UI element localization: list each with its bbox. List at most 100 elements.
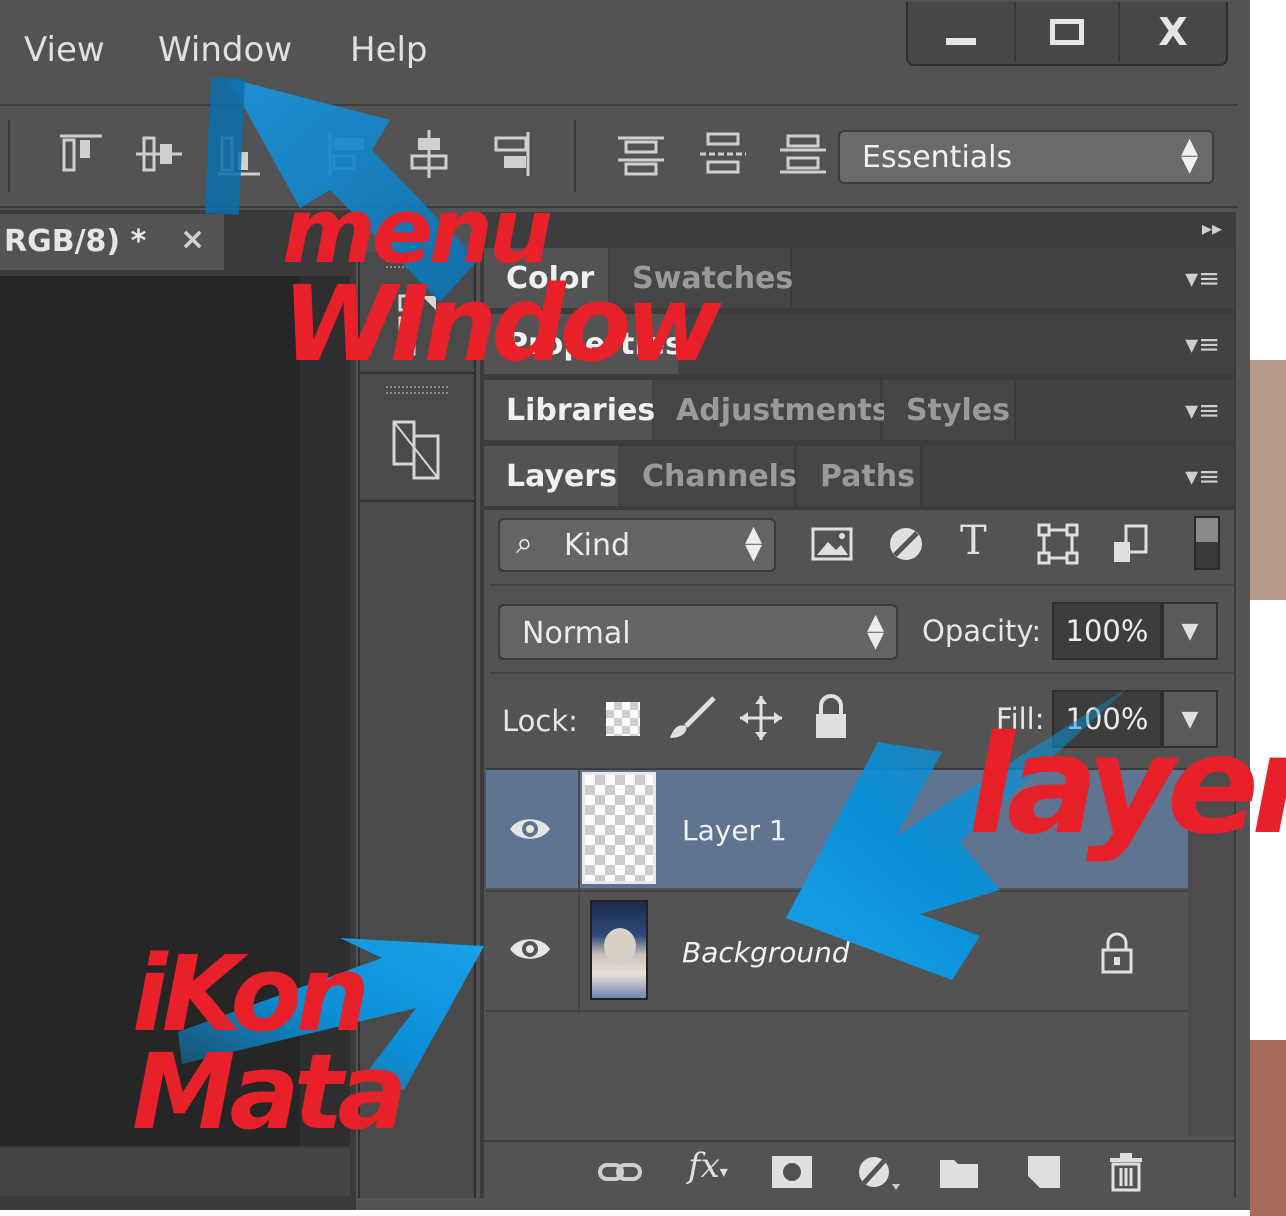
maximize-icon (1050, 19, 1084, 45)
background-photo-edge (1250, 360, 1286, 600)
panel-divider (490, 584, 1234, 586)
fx-icon[interactable]: fx▾ (688, 1146, 728, 1186)
close-button[interactable]: X (1120, 2, 1226, 62)
eye-icon[interactable] (508, 934, 552, 964)
color-panel-group: Color Swatches ▾≡ (484, 248, 1234, 308)
panel-menu-icon[interactable]: ▾≡ (1185, 264, 1220, 294)
maximize-button[interactable] (1014, 2, 1120, 62)
adjustment-filter-icon[interactable] (884, 522, 928, 566)
tab-close-icon[interactable]: × (180, 222, 205, 257)
tab-swatches[interactable]: Swatches (610, 248, 793, 308)
menu-help[interactable]: Help (350, 30, 428, 70)
tab-color[interactable]: Color (484, 248, 608, 308)
menu-view[interactable]: View (24, 30, 105, 70)
minimize-icon (946, 37, 976, 45)
blend-mode-select[interactable]: Normal ▲ ▼ (498, 604, 898, 660)
distribute-center-icon[interactable] (698, 128, 748, 180)
new-group-icon[interactable] (938, 1152, 982, 1192)
libraries-panel-group: Libraries Adjustments Styles ▾≡ (484, 380, 1234, 440)
align-right-icon[interactable] (484, 128, 534, 180)
layers-scrollbar[interactable] (1188, 770, 1234, 1136)
window-controls: X (906, 2, 1228, 66)
toolbar-divider (574, 120, 576, 192)
opacity-input[interactable]: 100% (1052, 602, 1162, 660)
lock-all-icon[interactable] (812, 694, 850, 740)
panel-menu-icon[interactable]: ▾≡ (1185, 396, 1220, 426)
select-arrows-icon: ▲ ▼ (1181, 134, 1198, 177)
distribute-bottom-icon[interactable] (778, 128, 828, 180)
panel-collapse-bar[interactable]: ▸▸ (480, 212, 1236, 248)
dock-grip[interactable] (386, 260, 448, 268)
document-tab-title: RGB/8) * (4, 224, 147, 259)
horizontal-scrollbar[interactable] (0, 1148, 350, 1196)
align-left-icon[interactable] (324, 128, 374, 180)
add-mask-icon[interactable] (770, 1152, 814, 1192)
select-arrows-icon: ▲ ▼ (745, 522, 762, 565)
align-top-icon[interactable] (56, 128, 106, 180)
tab-adjustments[interactable]: Adjustments (654, 380, 890, 440)
tab-properties[interactable]: Properties (484, 314, 683, 374)
layers-panel-group: Layers Channels Paths ▾≡ (484, 446, 1234, 506)
document-tab[interactable]: RGB/8) * × (0, 214, 224, 270)
layers-column-divider (578, 770, 580, 1014)
new-adjustment-layer-icon[interactable] (856, 1152, 900, 1192)
type-filter-icon[interactable]: T (960, 518, 987, 564)
layer-filter-value: Kind (564, 528, 631, 563)
layer-name[interactable]: Background (682, 936, 850, 969)
image-filter-icon[interactable] (810, 522, 854, 566)
minimize-button[interactable] (908, 2, 1014, 62)
tab-paths[interactable]: Paths (798, 446, 922, 506)
align-horizontal-center-icon[interactable] (404, 128, 454, 180)
trash-icon[interactable] (1104, 1152, 1148, 1192)
menu-window[interactable]: Window (158, 30, 292, 70)
history-panel-icon[interactable] (378, 292, 458, 362)
3d-panel-icon[interactable] (378, 414, 458, 484)
link-layers-icon[interactable] (598, 1152, 642, 1192)
new-layer-icon[interactable] (1022, 1152, 1066, 1192)
blend-mode-value: Normal (522, 616, 631, 651)
panel-menu-icon[interactable]: ▾≡ (1185, 330, 1220, 360)
filter-toggle-switch[interactable] (1194, 516, 1220, 570)
fill-input[interactable]: 100% (1052, 690, 1162, 748)
dock-grip[interactable] (386, 386, 448, 394)
align-vertical-center-icon[interactable] (134, 128, 184, 180)
lock-image-pixels-icon[interactable] (666, 696, 718, 742)
tab-layers[interactable]: Layers (484, 446, 618, 506)
document-canvas[interactable] (0, 276, 300, 1146)
opacity-dropdown[interactable]: ▼ (1162, 602, 1218, 660)
chevron-down-icon: ▼ (1181, 706, 1199, 732)
search-icon: ⌕ (516, 526, 533, 561)
background-strip (1250, 0, 1286, 1216)
properties-panel-group: Properties ▾≡ (484, 314, 1234, 374)
workspace-select-value: Essentials (862, 140, 1013, 175)
panel-divider (490, 672, 1234, 674)
dock-divider (360, 500, 474, 502)
eye-icon[interactable] (508, 814, 552, 844)
distribute-top-icon[interactable] (616, 128, 666, 180)
layer-name[interactable]: Layer 1 (682, 814, 787, 847)
background-photo-edge (1250, 1040, 1286, 1216)
smart-object-filter-icon[interactable] (1110, 522, 1154, 566)
layer-thumbnail (582, 772, 656, 884)
shape-filter-icon[interactable] (1036, 522, 1080, 566)
dock-divider (360, 372, 474, 374)
layer-filter-select[interactable]: ⌕ Kind ▲ ▼ (498, 518, 776, 572)
lock-transparent-pixels-icon[interactable] (606, 702, 640, 736)
fill-dropdown[interactable]: ▼ (1162, 690, 1218, 748)
layer-lock-icon (1101, 932, 1133, 974)
toolbar-divider (8, 120, 10, 192)
canvas-pasteboard (300, 276, 350, 1146)
layer-thumbnail (590, 900, 648, 1000)
workspace-select[interactable]: Essentials ▲ ▼ (838, 130, 1214, 184)
tab-channels[interactable]: Channels (620, 446, 797, 506)
layer-row[interactable]: Layer 1 (486, 770, 1188, 888)
opacity-label: Opacity: (922, 614, 1042, 648)
panel-menu-icon[interactable]: ▾≡ (1185, 462, 1220, 492)
layer-row[interactable]: Background (486, 890, 1188, 1012)
select-arrows-icon: ▲ ▼ (867, 610, 884, 653)
collapse-panels-icon[interactable]: ▸▸ (1202, 216, 1222, 240)
tab-styles[interactable]: Styles (884, 380, 1016, 440)
tab-libraries[interactable]: Libraries (484, 380, 655, 440)
align-bottom-icon[interactable] (214, 128, 264, 180)
lock-position-icon[interactable] (738, 694, 784, 742)
